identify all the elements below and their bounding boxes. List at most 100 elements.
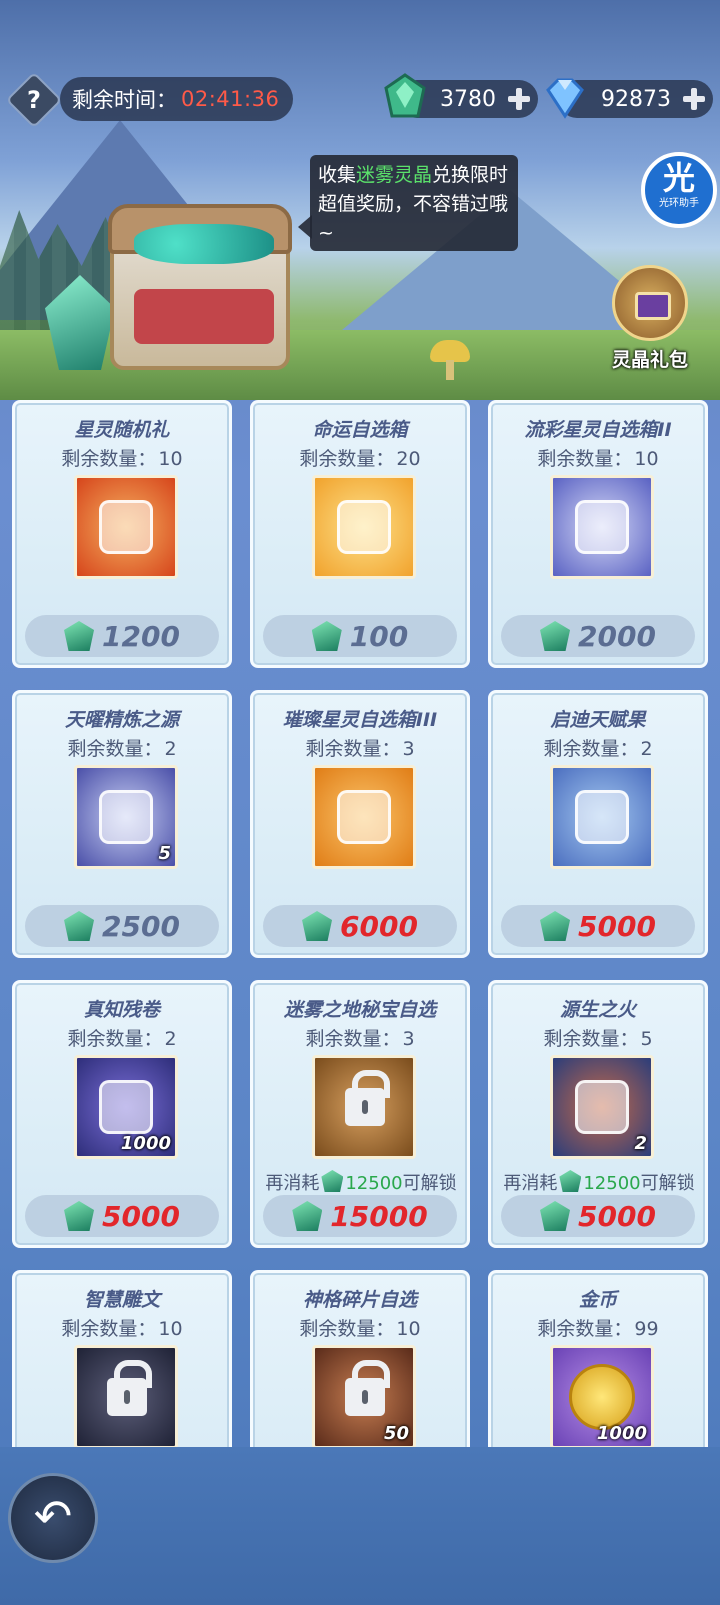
crystal-gem-icon [292, 1201, 323, 1231]
fruit-icon [575, 790, 629, 844]
shop-item[interactable]: 金币 剩余数量： 99 1000 [488, 1270, 708, 1447]
item-stock: 剩余数量： 2 [15, 734, 229, 761]
mushroom-decoration [430, 340, 470, 380]
lock-icon [107, 1360, 152, 1416]
price-value: 100 [349, 619, 409, 653]
item-name: 智慧雕文 [83, 1289, 160, 1311]
stock-label: 剩余数量： [299, 448, 395, 470]
event-tip: 收集迷雾灵晶兑换限时超值奖励，不容错过哦~ [298, 155, 518, 251]
assistant-label: 光环助手 [659, 198, 699, 209]
buy-button[interactable]: 15000 [263, 1195, 457, 1237]
question-icon: ? [27, 86, 41, 114]
shop-item[interactable]: 天曜精炼之源 剩余数量： 2 5 2500 [12, 690, 232, 958]
timer-label: 剩余时间： [72, 88, 177, 112]
item-image [74, 1345, 178, 1447]
shop-grid: 星灵随机礼 剩余数量： 10 1200 命运自选箱 剩余数量： 20 100 流彩星… [0, 400, 720, 1447]
item-quantity: 1000 [596, 1423, 647, 1444]
stock-count: 2 [640, 738, 653, 760]
chest-icon [337, 790, 391, 844]
buy-button[interactable]: 2500 [25, 905, 219, 947]
item-image: 1000 [550, 1345, 654, 1447]
item-image [312, 1055, 416, 1159]
item-image [312, 475, 416, 579]
bottom-bar [0, 1447, 720, 1605]
price-value: 2500 [102, 909, 180, 943]
stock-count: 5 [640, 1028, 653, 1050]
flame-icon [575, 1080, 629, 1134]
stock-label: 剩余数量： [543, 1028, 639, 1050]
lock-icon [345, 1070, 390, 1126]
shop-item[interactable]: 迷雾之地秘宝自选 剩余数量： 3 再消耗 12500可解锁 15000 [250, 980, 470, 1248]
buy-button[interactable]: 6000 [263, 905, 457, 947]
crystal-amount: 3780 [440, 86, 496, 112]
item-stock: 剩余数量： 99 [491, 1314, 705, 1341]
crystal-gem-icon [380, 72, 430, 122]
shop-item[interactable]: 流彩星灵自选箱II 剩余数量： 10 2000 [488, 400, 708, 668]
crystal-gem-icon [540, 911, 571, 941]
price-value: 2000 [578, 619, 656, 653]
item-name: 流彩星灵自选箱II [524, 419, 672, 441]
shop-item[interactable]: 源生之火 剩余数量： 5 2 再消耗 12500可解锁 5000 [488, 980, 708, 1248]
item-image [74, 475, 178, 579]
price-value: 6000 [340, 909, 418, 943]
stock-count: 10 [158, 448, 183, 470]
crystal-giftpack-button[interactable]: 灵晶礼包 [600, 265, 700, 375]
crystal-gem-icon [321, 1170, 344, 1192]
item-stock: 剩余数量： 3 [253, 1024, 467, 1051]
shop-item[interactable]: 璀璨星灵自选箱III 剩余数量： 3 6000 [250, 690, 470, 958]
lock-icon [345, 1360, 390, 1416]
unlock-prefix: 再消耗 [503, 1173, 558, 1194]
buy-button[interactable]: 2000 [501, 615, 695, 657]
item-image [550, 765, 654, 869]
crystal-balance: 3780 [384, 73, 538, 118]
timer-value: 02:41:36 [181, 87, 280, 111]
add-diamond-button[interactable] [679, 84, 709, 114]
diamond-amount: 92873 [601, 86, 671, 112]
stock-label: 剩余数量： [61, 448, 157, 470]
stock-label: 剩余数量： [299, 1318, 395, 1340]
buy-button[interactable]: 5000 [25, 1195, 219, 1237]
item-quantity: 50 [383, 1423, 409, 1444]
stock-label: 剩余数量： [537, 1318, 633, 1340]
shop-item[interactable]: 启迪天赋果 剩余数量： 2 5000 [488, 690, 708, 958]
add-crystal-button[interactable] [504, 84, 534, 114]
back-button[interactable]: ↶ [8, 1473, 98, 1563]
item-name: 真知残卷 [83, 999, 160, 1021]
stock-count: 3 [402, 1028, 415, 1050]
unlock-requirement: 再消耗 12500可解锁 [489, 1169, 709, 1195]
item-quantity: 1000 [120, 1133, 171, 1154]
shop-item[interactable]: 智慧雕文 剩余数量： 10 [12, 1270, 232, 1447]
item-stock: 剩余数量： 10 [15, 444, 229, 471]
assistant-button[interactable]: 光 光环助手 [641, 152, 717, 228]
treasure-chest-illustration [108, 204, 292, 370]
stock-label: 剩余数量： [61, 1318, 157, 1340]
shop-item[interactable]: 星灵随机礼 剩余数量： 10 1200 [12, 400, 232, 668]
crystal-gem-icon [302, 911, 333, 941]
price-value: 15000 [330, 1199, 428, 1233]
item-image: 1000 [74, 1055, 178, 1159]
shop-item[interactable]: 神格碎片自选 剩余数量： 10 50 [250, 1270, 470, 1447]
unlock-suffix: 可解锁 [640, 1173, 695, 1194]
stock-label: 剩余数量： [543, 738, 639, 760]
tip-prefix: 收集 [318, 164, 357, 186]
item-name: 启迪天赋果 [550, 709, 646, 731]
diamond-balance: 92873 [546, 78, 713, 119]
shop-item[interactable]: 命运自选箱 剩余数量： 20 100 [250, 400, 470, 668]
shop-item[interactable]: 真知残卷 剩余数量： 2 1000 5000 [12, 980, 232, 1248]
stock-count: 10 [158, 1318, 183, 1340]
stock-label: 剩余数量： [537, 448, 633, 470]
item-name: 星灵随机礼 [74, 419, 170, 441]
item-name: 迷雾之地秘宝自选 [283, 999, 436, 1021]
item-stock: 剩余数量： 10 [15, 1314, 229, 1341]
stock-count: 10 [634, 448, 659, 470]
giftpack-label: 灵晶礼包 [611, 349, 688, 371]
stock-count: 2 [164, 738, 177, 760]
buy-button[interactable]: 5000 [501, 905, 695, 947]
buy-button[interactable]: 1200 [25, 615, 219, 657]
buy-button[interactable]: 5000 [501, 1195, 695, 1237]
buy-button[interactable]: 100 [263, 615, 457, 657]
item-image: 2 [550, 1055, 654, 1159]
chest-icon [337, 500, 391, 554]
item-name: 金币 [578, 1289, 617, 1311]
unlock-suffix: 可解锁 [402, 1173, 457, 1194]
